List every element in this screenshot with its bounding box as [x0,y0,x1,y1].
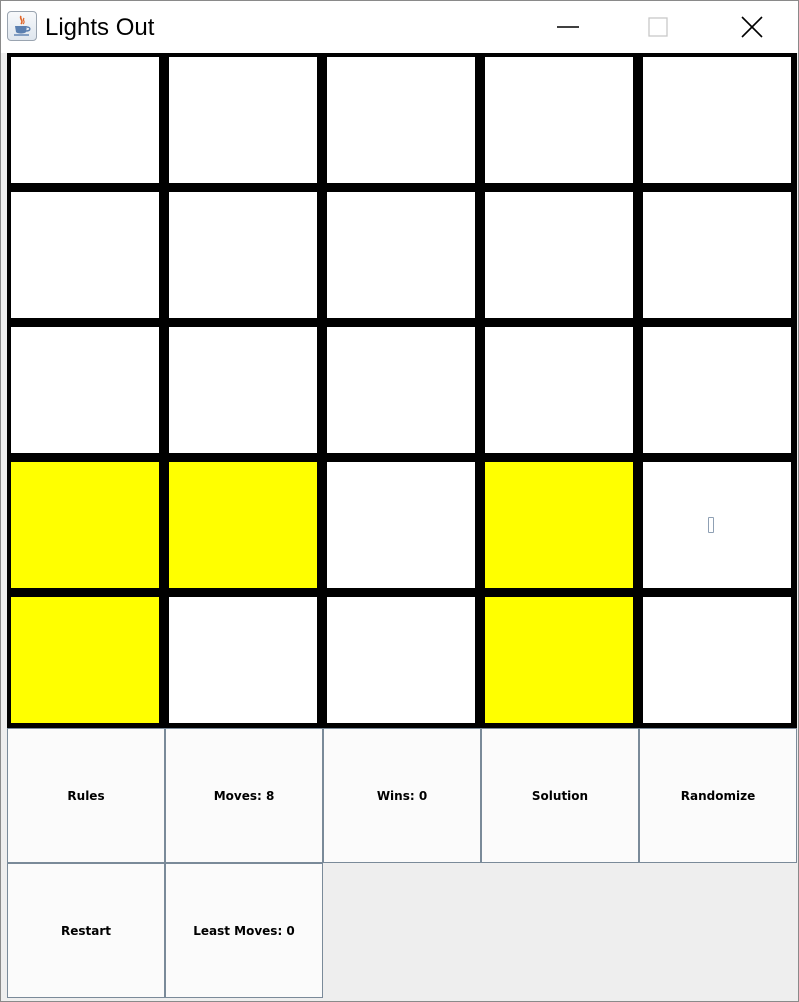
light-cell-r2-c5[interactable] [643,192,791,318]
light-grid [7,53,797,728]
maximize-button[interactable] [623,1,693,53]
least-moves-button[interactable]: Least Moves: 0 [165,863,323,998]
light-cell-r4-c4[interactable] [485,462,633,588]
light-cell-r3-c5[interactable] [643,327,791,453]
light-cell-r2-c2[interactable] [169,192,317,318]
light-cell-r1-c5[interactable] [643,57,791,183]
lights-out-window: Lights Out Rules Moves: 8 Wins: 0 Soluti… [0,0,799,1002]
moves-counter-button[interactable]: Moves: 8 [165,728,323,863]
randomize-button[interactable]: Randomize [639,728,797,863]
text-cursor-icon [708,517,714,533]
light-cell-r4-c3[interactable] [327,462,475,588]
light-cell-r3-c1[interactable] [11,327,159,453]
title-bar[interactable]: Lights Out [1,1,798,53]
light-cell-r1-c4[interactable] [485,57,633,183]
light-cell-r2-c4[interactable] [485,192,633,318]
light-cell-r2-c1[interactable] [11,192,159,318]
light-cell-r5-c3[interactable] [327,597,475,723]
light-cell-r3-c3[interactable] [327,327,475,453]
minimize-button[interactable] [533,1,603,53]
rules-button[interactable]: Rules [7,728,165,863]
light-cell-r1-c1[interactable] [11,57,159,183]
light-cell-r4-c2[interactable] [169,462,317,588]
light-cell-r5-c4[interactable] [485,597,633,723]
light-cell-r3-c4[interactable] [485,327,633,453]
solution-button[interactable]: Solution [481,728,639,863]
close-button[interactable] [717,1,787,53]
window-title: Lights Out [45,14,155,41]
light-cell-r4-c1[interactable] [11,462,159,588]
restart-button[interactable]: Restart [7,863,165,998]
light-cell-r5-c2[interactable] [169,597,317,723]
light-cell-r1-c3[interactable] [327,57,475,183]
maximize-icon [648,17,668,37]
light-cell-r3-c2[interactable] [169,327,317,453]
light-cell-r5-c1[interactable] [11,597,159,723]
light-cell-r5-c5[interactable] [643,597,791,723]
light-cell-r2-c3[interactable] [327,192,475,318]
minimize-icon [557,26,579,28]
wins-counter-button[interactable]: Wins: 0 [323,728,481,863]
light-cell-r4-c5[interactable] [643,462,791,588]
light-cell-r1-c2[interactable] [169,57,317,183]
close-icon [741,16,763,38]
java-coffee-cup-icon[interactable] [7,11,37,41]
